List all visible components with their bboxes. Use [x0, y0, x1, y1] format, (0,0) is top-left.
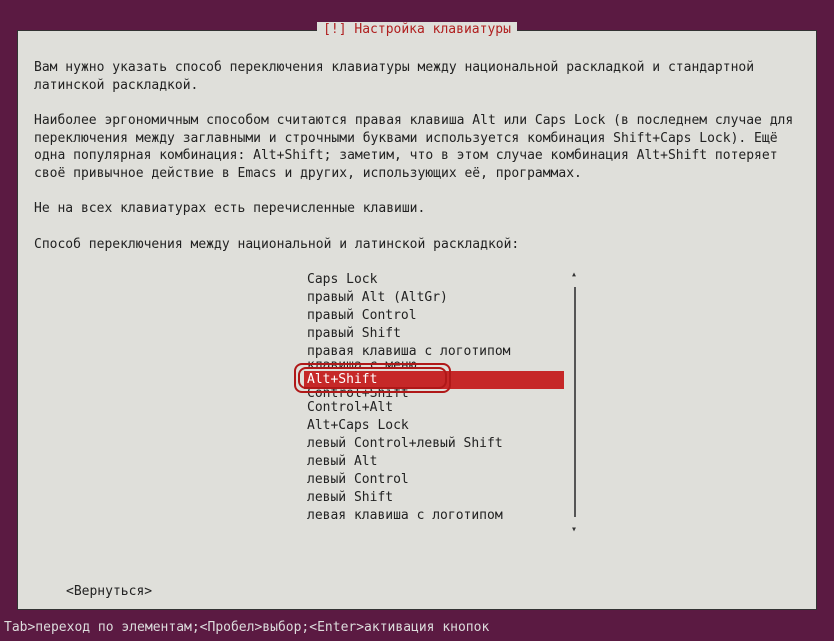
- enter-key-label: <Enter: [309, 620, 356, 635]
- list-item[interactable]: правый Alt (AltGr): [304, 289, 564, 307]
- list-item[interactable]: правый Shift: [304, 325, 564, 343]
- list-item[interactable]: клавиша с меню: [304, 361, 564, 371]
- list-item[interactable]: Control+Shift: [304, 389, 564, 399]
- list-item[interactable]: левая клавиша с логотипом: [304, 507, 564, 525]
- keyboard-config-dialog: [!] Настройка клавиатуры Вам нужно указа…: [17, 30, 817, 610]
- list-item[interactable]: левый Control: [304, 471, 564, 489]
- paragraph-1: Вам нужно указать способ переключения кл…: [34, 59, 800, 94]
- paragraph-3: Не на всех клавиатурах есть перечисленны…: [34, 200, 800, 218]
- paragraph-2: Наиболее эргономичным способом считаются…: [34, 112, 800, 182]
- title-wrap: [!] Настройка клавиатуры: [18, 22, 816, 37]
- list-item[interactable]: Control+Alt: [304, 399, 564, 417]
- dialog-content: Вам нужно указать способ переключения кл…: [18, 31, 816, 535]
- space-key-label: <Пробел: [200, 620, 255, 635]
- list-item[interactable]: левый Shift: [304, 489, 564, 507]
- status-bar: Tab>переход по элементам; <Пробел>выбор;…: [0, 613, 834, 641]
- layout-switch-list: Caps Lock правый Alt (AltGr) правый Cont…: [304, 271, 564, 525]
- tab-key-label: Tab: [4, 620, 27, 635]
- scroll-up-icon[interactable]: ▴: [571, 269, 577, 280]
- list-item[interactable]: левый Control+левый Shift: [304, 435, 564, 453]
- enter-key-text: >активация кнопок: [356, 620, 489, 635]
- list-item[interactable]: правый Control: [304, 307, 564, 325]
- dialog-title: [!] Настройка клавиатуры: [317, 22, 517, 37]
- tab-key-text: >переход по элементам;: [27, 620, 199, 635]
- list-item[interactable]: правая клавиша с логотипом: [304, 343, 564, 361]
- back-button[interactable]: <Вернуться>: [66, 584, 152, 599]
- scrollbar[interactable]: ▴ ▾: [570, 271, 580, 533]
- space-key-text: >выбор;: [254, 620, 309, 635]
- list-item-selected[interactable]: Alt+Shift: [304, 371, 564, 389]
- scroll-down-icon[interactable]: ▾: [571, 524, 577, 535]
- prompt-label: Способ переключения между национальной и…: [34, 236, 800, 254]
- list-item[interactable]: Alt+Caps Lock: [304, 417, 564, 435]
- list-item[interactable]: левый Alt: [304, 453, 564, 471]
- scroll-track: [574, 287, 576, 517]
- list-item[interactable]: Caps Lock: [304, 271, 564, 289]
